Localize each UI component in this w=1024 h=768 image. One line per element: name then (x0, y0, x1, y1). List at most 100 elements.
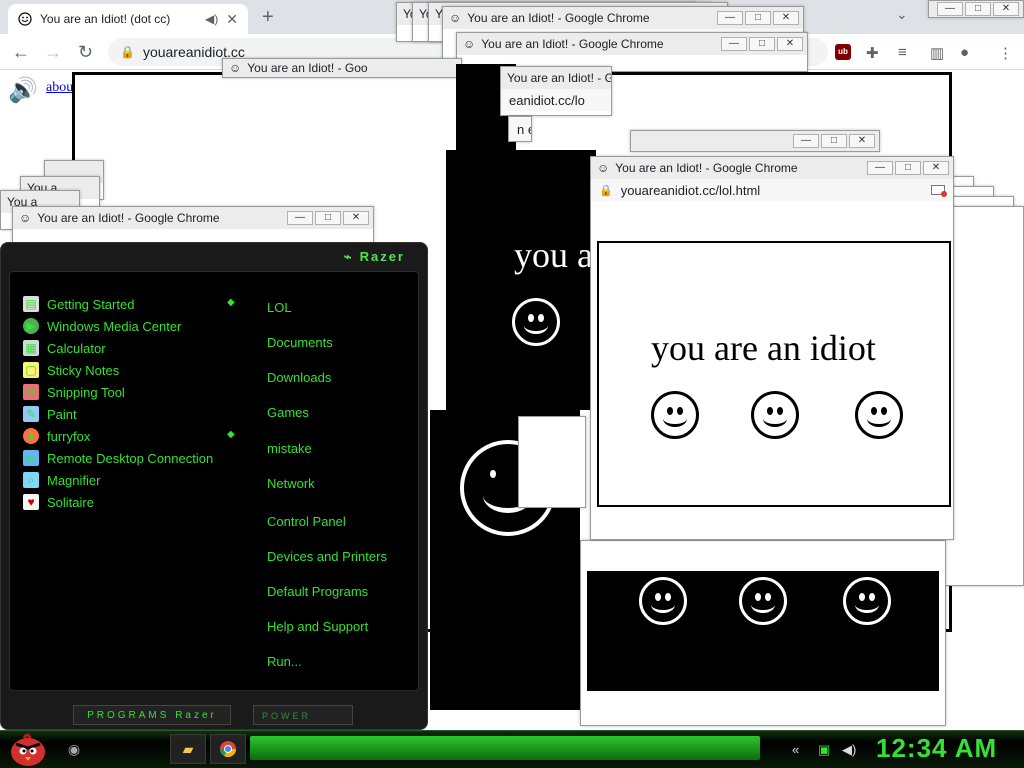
smiley-face-icon (751, 391, 799, 439)
tab-title: You are an Idiot! (dot cc) (40, 12, 171, 26)
program-item[interactable]: ♥ Solitaire (23, 491, 213, 513)
angry-bird-start-icon[interactable] (6, 730, 50, 768)
all-programs-button[interactable]: PROGRAMS Razer (73, 705, 231, 725)
program-item[interactable]: ▶ Windows Media Center (23, 315, 213, 337)
popup-title: You are an Idiot! - Google Chrome (615, 161, 798, 175)
volume-icon[interactable]: ◀) (842, 742, 856, 758)
side-panel-icon[interactable]: ▥ (930, 44, 944, 62)
power-button[interactable]: POWER (253, 705, 353, 725)
submenu-arrow-icon[interactable]: ◆ (227, 429, 237, 440)
forward-arrow-icon[interactable]: → (44, 42, 62, 63)
sticky-notes-icon: ▢ (23, 362, 39, 378)
place-item[interactable]: Default Programs (267, 583, 387, 618)
smiley-favicon-icon (18, 12, 32, 26)
paint-icon: ✎ (23, 406, 39, 422)
minimize-button[interactable]: — (867, 161, 893, 175)
place-item[interactable]: Games (267, 404, 387, 440)
magnifier-icon: ⌕ (23, 472, 39, 488)
chrome-taskbar-icon[interactable] (210, 734, 246, 764)
program-list: ▤ Getting Started ▶ Windows Media Center ▦… (23, 293, 213, 513)
profile-avatar-icon[interactable]: ● (960, 44, 969, 61)
program-item[interactable]: ● furryfox (23, 425, 213, 447)
media-queue-icon[interactable]: ≡ (898, 44, 907, 61)
new-tab-button[interactable]: + (262, 6, 274, 29)
close-button[interactable]: ✕ (777, 37, 803, 51)
start-menu: ⌁ Razer ▤ Getting Started ▶ Windows Media C… (0, 242, 428, 730)
place-item[interactable]: Downloads (267, 369, 387, 404)
lock-icon: 🔒 (120, 45, 135, 59)
popup-window[interactable] (580, 540, 946, 726)
chrome-tab[interactable]: You are an Idiot! (dot cc) ◀) ✕ (8, 4, 248, 34)
tray-expand-icon[interactable]: « (792, 742, 799, 757)
snipping-tool-icon: ✂ (23, 384, 39, 400)
solitaire-icon: ♥ (23, 494, 39, 510)
remote-desktop-icon: ▭ (23, 450, 39, 466)
smiley-face-icon (855, 391, 903, 439)
popup-window-main[interactable]: ☺ You are an Idiot! - Google Chrome — □ ✕ 🔒… (590, 156, 954, 540)
popup-content: you are an idiot (597, 241, 951, 507)
maximize-button[interactable]: □ (895, 161, 921, 175)
smiley-favicon-icon: ☺ (463, 37, 476, 51)
back-arrow-icon[interactable]: ← (12, 42, 30, 63)
popup-url: youareanidiot.cc/lol.html (620, 182, 761, 198)
close-button[interactable]: ✕ (923, 161, 949, 175)
smiley-face-icon (739, 577, 787, 625)
program-item[interactable]: ✂ Snipping Tool (23, 381, 213, 403)
popup-window-bg[interactable]: — □ ✕ (630, 130, 880, 152)
taskbar-clock[interactable]: 12:34 AM (876, 733, 997, 764)
program-item[interactable]: ✎ Paint (23, 403, 213, 425)
place-item[interactable]: Network (267, 475, 387, 513)
extensions-puzzle-icon[interactable]: ✚ (866, 44, 879, 62)
network-icon[interactable]: ▣ (818, 742, 830, 758)
smiley-favicon-icon: ☺ (449, 11, 462, 25)
tab-search-button[interactable]: ⌄ (896, 6, 908, 23)
popup-address-bar[interactable]: 🔒 youareanidiot.cc/lol.html (591, 179, 953, 201)
firefox-icon: ● (23, 428, 39, 444)
place-item[interactable]: Documents (267, 334, 387, 369)
submenu-arrow-icon[interactable]: ◆ (227, 297, 237, 308)
place-item[interactable]: LOL (267, 299, 387, 334)
camera-icon[interactable]: ◉ (56, 734, 92, 764)
maximize-button[interactable]: □ (315, 211, 341, 225)
smiley-face-icon (639, 577, 687, 625)
minimize-button[interactable]: — (721, 37, 747, 51)
minimize-button[interactable]: — (717, 11, 743, 25)
place-item[interactable]: Help and Support (267, 618, 387, 653)
place-item[interactable]: Control Panel (267, 513, 387, 548)
popup-window-bg[interactable] (518, 416, 586, 508)
close-button[interactable]: ✕ (343, 211, 369, 225)
program-item[interactable]: ▭ Remote Desktop Connection (23, 447, 213, 469)
smiley-face-icon (843, 577, 891, 625)
media-center-icon: ▶ (23, 318, 39, 334)
ublock-icon[interactable]: ub (835, 44, 851, 60)
reload-icon[interactable]: ↻ (78, 42, 93, 63)
calculator-icon: ▦ (23, 340, 39, 356)
maximize-button[interactable]: □ (745, 11, 771, 25)
razer-logo: ⌁ Razer (343, 249, 405, 264)
popup-window[interactable]: You are an Idiot! - Googl eanidiot.cc/lo (500, 66, 612, 116)
file-explorer-icon[interactable]: ▰ (170, 734, 206, 764)
tab-audio-icon[interactable]: ◀) (205, 12, 218, 26)
desktop: You are an Idiot! (dot cc) ◀) ✕ + ⌄ ← → … (0, 0, 1024, 768)
smiley-face-icon (512, 298, 560, 346)
popup-window-bg[interactable]: n ea (508, 116, 532, 142)
open-in-window-icon[interactable] (931, 185, 947, 197)
places-list: LOL Documents Downloads Games mistake Ne… (267, 299, 387, 688)
program-item[interactable]: ⌕ Magnifier (23, 469, 213, 491)
place-item[interactable]: Devices and Printers (267, 548, 387, 583)
program-item[interactable]: ▤ Getting Started (23, 293, 213, 315)
popup-window-bg[interactable]: — □ ✕ (928, 0, 1024, 18)
tab-close-icon[interactable]: ✕ (226, 11, 238, 28)
minimize-button[interactable]: — (287, 211, 313, 225)
smiley-favicon-icon: ☺ (597, 161, 610, 175)
close-button[interactable]: ✕ (773, 11, 799, 25)
place-item[interactable]: Run... (267, 653, 387, 688)
smiley-face-icon (651, 391, 699, 439)
popup-window-bg[interactable]: ☺ You are an Idiot! - Goo (222, 58, 462, 78)
maximize-button[interactable]: □ (749, 37, 775, 51)
speaker-icon: 🔊 (8, 77, 38, 104)
place-item[interactable]: mistake (267, 440, 387, 475)
program-item[interactable]: ▢ Sticky Notes (23, 359, 213, 381)
program-item[interactable]: ▦ Calculator (23, 337, 213, 359)
chrome-menu-icon[interactable]: ⋮ (998, 44, 1013, 62)
